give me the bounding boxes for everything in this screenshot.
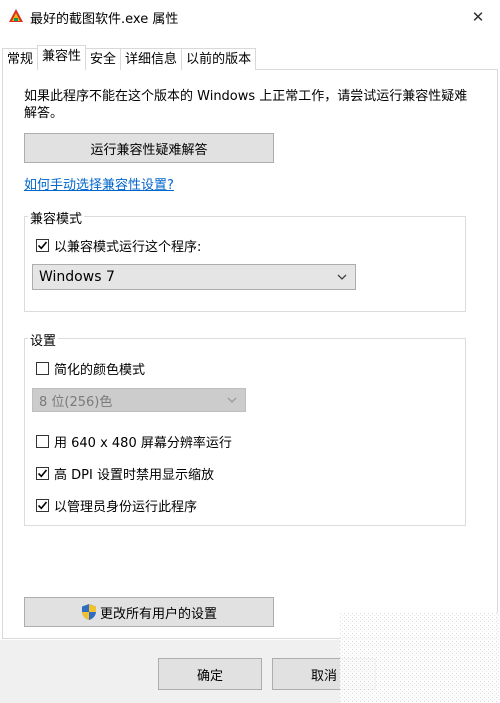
reduced-color-checkbox[interactable] — [36, 362, 49, 375]
compat-mode-label: 以兼容模式运行这个程序: — [54, 240, 202, 255]
run-as-admin-checkbox[interactable] — [36, 499, 49, 512]
checkmark-icon — [37, 241, 48, 250]
low-resolution-option[interactable]: 用 640 x 480 屏幕分辨率运行 — [36, 432, 232, 451]
change-all-users-label: 更改所有用户的设置 — [99, 606, 217, 622]
disable-dpi-scaling-label: 高 DPI 设置时禁用显示缩放 — [54, 468, 214, 483]
chevron-down-icon — [337, 274, 347, 280]
os-version-select[interactable]: Windows 7 — [32, 264, 356, 290]
low-resolution-checkbox[interactable] — [36, 435, 49, 448]
watermark-overlay — [340, 613, 500, 703]
checkmark-icon — [37, 501, 48, 510]
reduced-color-option[interactable]: 简化的颜色模式 — [36, 359, 145, 378]
run-as-admin-option[interactable]: 以管理员身份运行此程序 — [36, 496, 197, 515]
chevron-down-icon — [227, 397, 237, 403]
run-as-admin-label: 以管理员身份运行此程序 — [54, 500, 198, 515]
title-bar: 最好的截图软件.exe 属性 ✕ — [0, 0, 500, 34]
compat-description: 如果此程序不能在这个版本的 Windows 上正常工作，请尝试运行兼容性疑难解答… — [24, 89, 468, 121]
close-icon: ✕ — [471, 8, 485, 26]
run-troubleshooter-button[interactable]: 运行兼容性疑难解答 — [24, 133, 274, 163]
disable-dpi-scaling-option[interactable]: 高 DPI 设置时禁用显示缩放 — [36, 464, 214, 483]
ok-button[interactable]: 确定 — [158, 658, 262, 690]
tab-strip: 常规 兼容性 安全 详细信息 以前的版本 — [2, 45, 257, 70]
low-resolution-label: 用 640 x 480 屏幕分辨率运行 — [54, 436, 232, 451]
compat-mode-checkbox[interactable] — [36, 239, 49, 252]
tab-details[interactable]: 详细信息 — [120, 48, 183, 70]
os-version-value: Windows 7 — [39, 269, 115, 285]
reduced-color-label: 简化的颜色模式 — [54, 363, 146, 378]
app-icon — [9, 9, 23, 22]
uac-shield-icon — [81, 604, 96, 620]
manual-settings-link[interactable]: 如何手动选择兼容性设置? — [24, 174, 174, 193]
window-title: 最好的截图软件.exe 属性 — [30, 12, 179, 27]
compat-mode-legend: 兼容模式 — [28, 208, 85, 227]
checkmark-icon — [37, 469, 48, 478]
color-mode-value: 8 位(256)色 — [39, 394, 113, 410]
tab-previous-versions[interactable]: 以前的版本 — [181, 48, 257, 70]
tab-compatibility[interactable]: 兼容性 — [37, 45, 87, 70]
settings-legend: 设置 — [28, 330, 59, 349]
close-button[interactable]: ✕ — [456, 0, 500, 34]
compat-mode-option[interactable]: 以兼容模式运行这个程序: — [36, 236, 201, 255]
color-mode-select: 8 位(256)色 — [32, 388, 246, 412]
tab-general[interactable]: 常规 — [2, 48, 39, 70]
disable-dpi-scaling-checkbox[interactable] — [36, 467, 49, 480]
tab-security[interactable]: 安全 — [85, 48, 122, 70]
change-all-users-button[interactable]: 更改所有用户的设置 — [24, 597, 274, 627]
